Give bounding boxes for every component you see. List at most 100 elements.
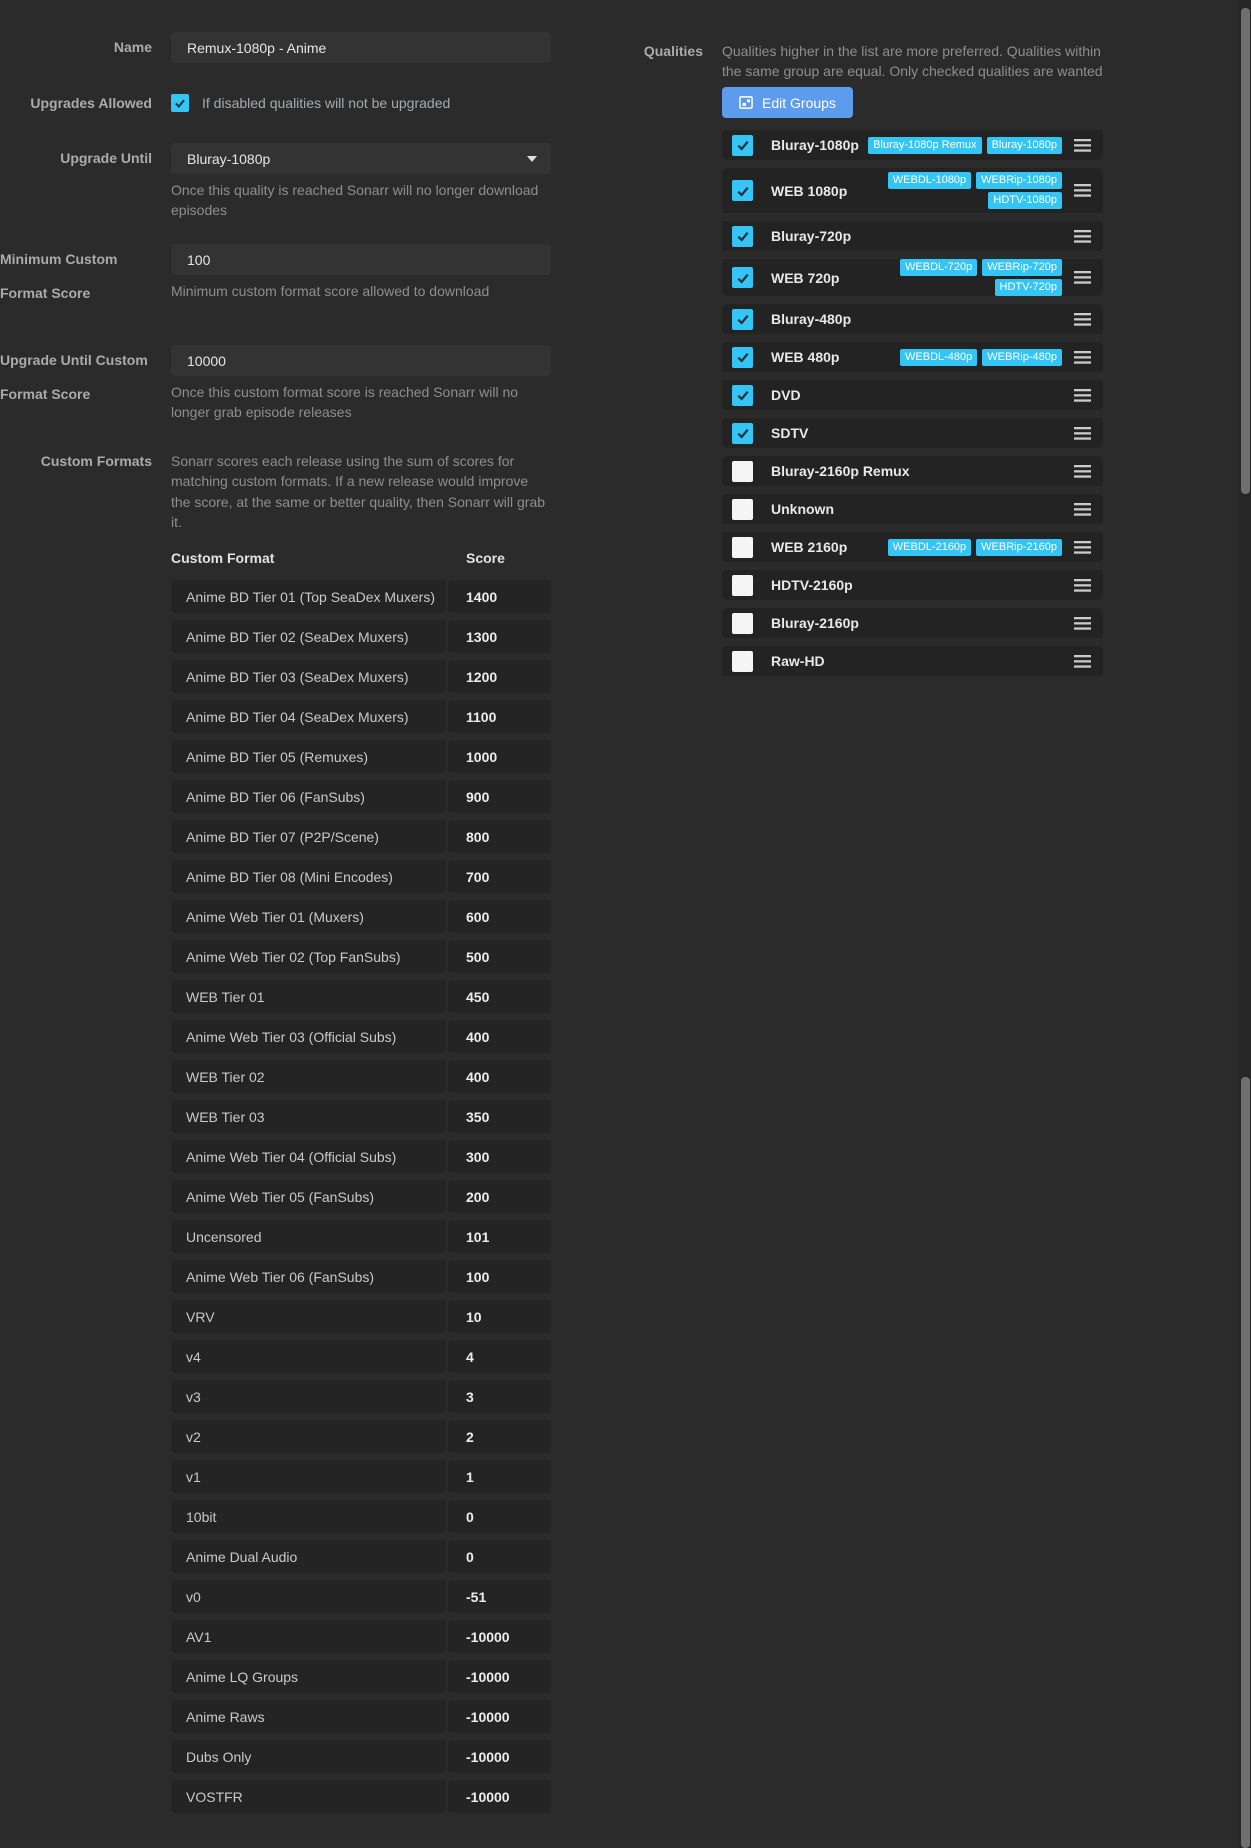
custom-format-score-input[interactable]: 900 <box>448 780 551 813</box>
custom-format-score-input[interactable]: 1300 <box>448 620 551 653</box>
quality-checkbox[interactable] <box>732 385 753 406</box>
custom-format-score-input[interactable]: 500 <box>448 940 551 973</box>
drag-handle[interactable] <box>1074 465 1091 478</box>
quality-name: Bluray-1080p <box>771 137 859 153</box>
drag-handle[interactable] <box>1074 579 1091 592</box>
edit-groups-button[interactable]: Edit Groups <box>722 87 853 118</box>
custom-format-name-cell: WEB Tier 03 <box>171 1100 446 1133</box>
check-icon <box>735 183 751 199</box>
quality-checkbox[interactable] <box>732 651 753 672</box>
quality-name: Bluray-720p <box>771 228 851 244</box>
custom-format-score-input[interactable]: 700 <box>448 860 551 893</box>
custom-format-score-input[interactable]: 1200 <box>448 660 551 693</box>
quality-name: DVD <box>771 387 801 403</box>
custom-format-score-input[interactable]: 1400 <box>448 580 551 613</box>
custom-format-name-cell: v1 <box>171 1460 446 1493</box>
quality-row: Bluray-480p <box>722 304 1103 334</box>
custom-format-score-input[interactable]: 300 <box>448 1140 551 1173</box>
custom-format-score-input[interactable]: 4 <box>448 1340 551 1373</box>
custom-format-table: Custom Format Score Anime BD Tier 01 (To… <box>171 550 551 1813</box>
drag-handle[interactable] <box>1074 271 1091 284</box>
scrollbar-thumb-bottom[interactable] <box>1241 1077 1250 1848</box>
drag-handle[interactable] <box>1074 617 1091 630</box>
custom-format-name-cell: Dubs Only <box>171 1740 446 1773</box>
custom-format-row: Uncensored101 <box>171 1220 551 1253</box>
drag-handle-icon <box>1074 617 1091 630</box>
custom-format-row: v11 <box>171 1460 551 1493</box>
quality-name: Unknown <box>771 501 834 517</box>
custom-format-score-input[interactable]: 600 <box>448 900 551 933</box>
quality-checkbox[interactable] <box>732 537 753 558</box>
custom-format-score-input[interactable]: 101 <box>448 1220 551 1253</box>
custom-format-score-input[interactable]: 450 <box>448 980 551 1013</box>
custom-format-score-input[interactable]: 400 <box>448 1060 551 1093</box>
drag-handle[interactable] <box>1074 503 1091 516</box>
upgrades-allowed-help: If disabled qualities will not be upgrad… <box>202 94 450 112</box>
drag-handle[interactable] <box>1074 230 1091 243</box>
quality-row: WEB 480pWEBDL-480pWEBRip-480p <box>722 342 1103 372</box>
min-custom-format-score-input[interactable] <box>171 244 551 275</box>
custom-format-name-cell: Anime BD Tier 07 (P2P/Scene) <box>171 820 446 853</box>
custom-format-score-input[interactable]: -10000 <box>448 1620 551 1653</box>
custom-format-name-cell: Anime BD Tier 03 (SeaDex Muxers) <box>171 660 446 693</box>
drag-handle[interactable] <box>1074 427 1091 440</box>
custom-format-score-input[interactable]: -51 <box>448 1580 551 1613</box>
quality-checkbox[interactable] <box>732 575 753 596</box>
quality-row: Bluray-1080pBluray-1080p RemuxBluray-108… <box>722 130 1103 160</box>
name-input[interactable] <box>171 32 551 63</box>
quality-row: Raw-HD <box>722 646 1103 676</box>
custom-format-score-input[interactable]: 10 <box>448 1300 551 1333</box>
custom-format-row: Anime Web Tier 06 (FanSubs)100 <box>171 1260 551 1293</box>
custom-format-row: WEB Tier 01450 <box>171 980 551 1013</box>
custom-format-score-input[interactable]: -10000 <box>448 1780 551 1813</box>
drag-handle[interactable] <box>1074 351 1091 364</box>
drag-handle[interactable] <box>1074 655 1091 668</box>
custom-format-score-input[interactable]: 1 <box>448 1460 551 1493</box>
scrollbar-thumb-top[interactable] <box>1241 8 1250 494</box>
quality-checkbox[interactable] <box>732 135 753 156</box>
quality-group-badge: WEBDL-720p <box>900 259 977 276</box>
quality-checkbox[interactable] <box>732 347 753 368</box>
drag-handle[interactable] <box>1074 184 1091 197</box>
drag-handle[interactable] <box>1074 313 1091 326</box>
quality-checkbox[interactable] <box>732 180 753 201</box>
custom-format-score-input[interactable]: 200 <box>448 1180 551 1213</box>
custom-format-score-input[interactable]: 400 <box>448 1020 551 1053</box>
chevron-down-icon <box>527 156 537 162</box>
custom-format-score-input[interactable]: 800 <box>448 820 551 853</box>
drag-handle[interactable] <box>1074 139 1091 152</box>
custom-format-score-input[interactable]: 2 <box>448 1420 551 1453</box>
custom-format-name-cell: v3 <box>171 1380 446 1413</box>
custom-format-score-input[interactable]: -10000 <box>448 1740 551 1773</box>
custom-format-name-cell: v4 <box>171 1340 446 1373</box>
upgrades-allowed-checkbox[interactable] <box>171 94 189 112</box>
custom-format-score-input[interactable]: 350 <box>448 1100 551 1133</box>
upgrade-until-select[interactable]: Bluray-1080p <box>171 143 551 174</box>
custom-format-score-input[interactable]: -10000 <box>448 1700 551 1733</box>
custom-format-score-input[interactable]: -10000 <box>448 1660 551 1693</box>
custom-format-score-input[interactable]: 3 <box>448 1380 551 1413</box>
custom-format-row: WEB Tier 03350 <box>171 1100 551 1133</box>
upgrade-until-custom-format-score-input[interactable] <box>171 345 551 376</box>
drag-handle[interactable] <box>1074 541 1091 554</box>
quality-checkbox[interactable] <box>732 309 753 330</box>
quality-name: Bluray-2160p Remux <box>771 463 910 479</box>
quality-checkbox[interactable] <box>732 461 753 482</box>
custom-format-score-input[interactable]: 0 <box>448 1540 551 1573</box>
upgrades-allowed-label: Upgrades Allowed <box>0 94 152 112</box>
quality-badges: WEBDL-2160pWEBRip-2160p <box>888 539 1062 556</box>
quality-checkbox[interactable] <box>732 423 753 444</box>
custom-format-score-input[interactable]: 100 <box>448 1260 551 1293</box>
quality-checkbox[interactable] <box>732 499 753 520</box>
custom-format-score-input[interactable]: 1000 <box>448 740 551 773</box>
quality-row: DVD <box>722 380 1103 410</box>
drag-handle[interactable] <box>1074 389 1091 402</box>
quality-checkbox[interactable] <box>732 267 753 288</box>
custom-format-score-input[interactable]: 1100 <box>448 700 551 733</box>
quality-checkbox[interactable] <box>732 613 753 634</box>
drag-handle-icon <box>1074 541 1091 554</box>
custom-format-name-cell: Anime Web Tier 01 (Muxers) <box>171 900 446 933</box>
custom-format-name-cell: Anime LQ Groups <box>171 1660 446 1693</box>
quality-checkbox[interactable] <box>732 226 753 247</box>
custom-format-score-input[interactable]: 0 <box>448 1500 551 1533</box>
